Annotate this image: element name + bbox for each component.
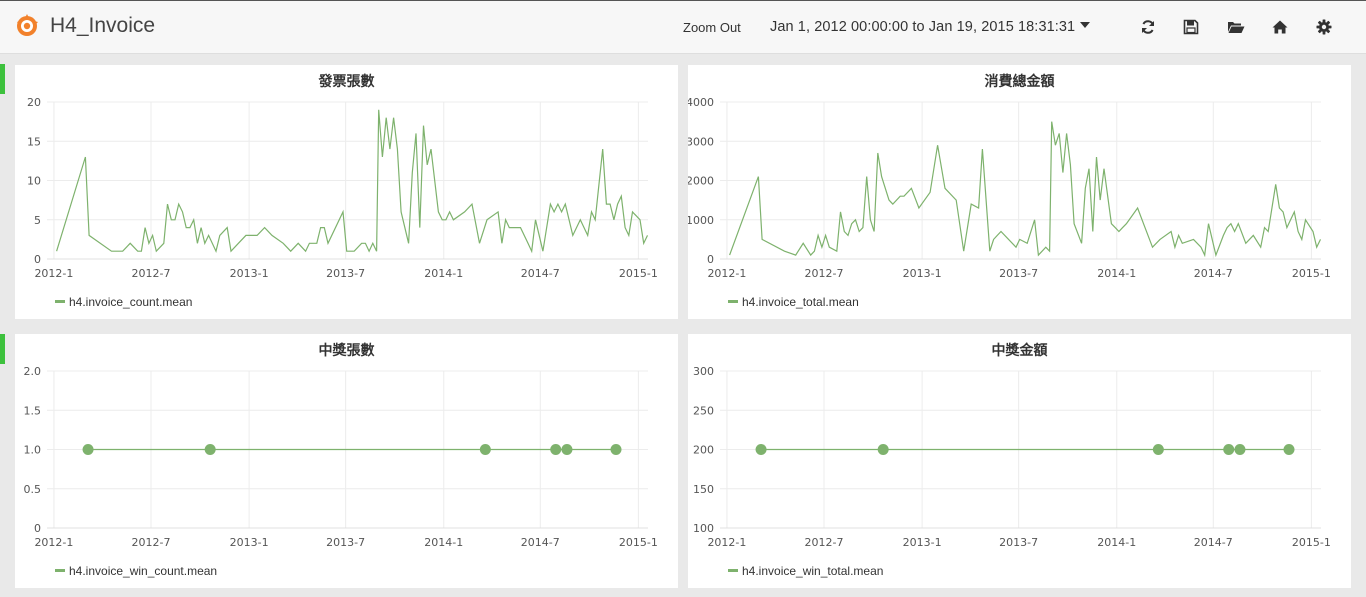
top-navbar: H4_Invoice Zoom Out Jan 1, 2012 00:00:00… xyxy=(0,0,1366,54)
y-tick-label: 1.0 xyxy=(24,444,42,457)
x-tick-label: 2012-7 xyxy=(805,267,844,280)
data-point xyxy=(755,444,767,455)
x-tick-label: 2013-7 xyxy=(326,536,365,549)
x-tick-label: 2012-1 xyxy=(707,267,746,280)
data-point xyxy=(877,444,889,455)
data-point xyxy=(550,444,562,455)
x-tick-label: 2014-1 xyxy=(1097,536,1136,549)
data-point xyxy=(479,444,491,455)
y-tick-label: 0.5 xyxy=(24,483,42,496)
x-tick-label: 2014-7 xyxy=(1194,267,1233,280)
x-tick-label: 2012-7 xyxy=(132,536,171,549)
caret-down-icon xyxy=(1080,22,1091,28)
legend-swatch xyxy=(728,300,738,303)
x-tick-label: 2012-1 xyxy=(34,267,73,280)
y-tick-label: 1.5 xyxy=(24,404,42,417)
x-tick-label: 2014-7 xyxy=(521,267,560,280)
refresh-icon[interactable] xyxy=(1140,19,1156,35)
x-tick-label: 2013-7 xyxy=(999,536,1038,549)
legend-label: h4.invoice_total.mean xyxy=(742,295,859,309)
x-tick-label: 2012-7 xyxy=(805,536,844,549)
y-tick-label: 4000 xyxy=(688,96,714,109)
y-tick-label: 15 xyxy=(27,135,41,148)
y-tick-label: 1000 xyxy=(688,214,714,227)
legend-label: h4.invoice_win_count.mean xyxy=(69,564,218,578)
legend-item[interactable]: h4.invoice_count.mean xyxy=(55,295,192,309)
y-tick-label: 0 xyxy=(707,253,714,266)
x-tick-label: 2014-1 xyxy=(1097,267,1136,280)
y-tick-label: 150 xyxy=(693,483,714,496)
data-point xyxy=(204,444,216,455)
x-tick-label: 2012-7 xyxy=(132,267,171,280)
x-tick-label: 2013-7 xyxy=(326,267,365,280)
y-tick-label: 250 xyxy=(693,404,714,417)
save-icon[interactable] xyxy=(1183,19,1199,35)
legend-item[interactable]: h4.invoice_win_count.mean xyxy=(55,564,217,578)
x-tick-label: 2015-1 xyxy=(619,267,658,280)
y-tick-label: 2000 xyxy=(688,175,714,188)
row-collapse-handle[interactable] xyxy=(0,334,5,364)
data-point xyxy=(82,444,94,455)
legend-swatch xyxy=(55,569,65,572)
y-tick-label: 3000 xyxy=(688,135,714,148)
grafana-logo-icon[interactable] xyxy=(14,13,40,39)
x-tick-label: 2015-1 xyxy=(1292,536,1331,549)
x-tick-label: 2013-1 xyxy=(230,536,269,549)
time-range-label: Jan 1, 2012 00:00:00 to Jan 19, 2015 18:… xyxy=(770,19,1076,35)
data-point xyxy=(1283,444,1295,455)
data-point xyxy=(1152,444,1164,455)
chart-win-total[interactable]: 100 150 200 250 300 2012-1 2012-7 2013-1 2013-7 2… xyxy=(688,334,1351,588)
y-tick-label: 0 xyxy=(34,253,41,266)
panel-invoice-total: 消費總金額 0 1000 2000 3000 4000 2012-1 2012-7 2013-… xyxy=(688,65,1351,319)
x-tick-label: 2013-1 xyxy=(903,267,942,280)
y-tick-label: 20 xyxy=(27,96,41,109)
x-tick-label: 2013-7 xyxy=(999,267,1038,280)
legend-item[interactable]: h4.invoice_win_total.mean xyxy=(728,564,883,578)
y-tick-label: 5 xyxy=(34,214,41,227)
y-tick-label: 100 xyxy=(693,522,714,535)
x-tick-label: 2015-1 xyxy=(619,536,658,549)
x-tick-label: 2012-1 xyxy=(707,536,746,549)
y-tick-label: 300 xyxy=(693,365,714,378)
legend-label: h4.invoice_count.mean xyxy=(69,295,193,309)
x-tick-label: 2012-1 xyxy=(34,536,73,549)
legend-label: h4.invoice_win_total.mean xyxy=(742,564,884,578)
y-tick-label: 10 xyxy=(27,175,41,188)
home-icon[interactable] xyxy=(1272,19,1288,35)
folder-open-icon[interactable] xyxy=(1227,19,1245,35)
x-tick-label: 2014-7 xyxy=(1194,536,1233,549)
time-range-picker[interactable]: Jan 1, 2012 00:00:00 to Jan 19, 2015 18:… xyxy=(770,19,1091,35)
data-point xyxy=(1234,444,1246,455)
panel-win-count: 中獎張數 0 0.5 1.0 1.5 2.0 2012-1 2012-7 2013-1 2013… xyxy=(15,334,678,588)
legend-swatch xyxy=(55,300,65,303)
x-tick-label: 2015-1 xyxy=(1292,267,1331,280)
dashboard-title[interactable]: H4_Invoice xyxy=(50,14,155,38)
x-tick-label: 2013-1 xyxy=(903,536,942,549)
x-tick-label: 2014-7 xyxy=(521,536,560,549)
x-tick-label: 2013-1 xyxy=(230,267,269,280)
chart-invoice-count[interactable]: 0 5 10 15 20 2012-1 2012-7 2013-1 2013-7 2014-1 20… xyxy=(15,65,678,319)
data-point xyxy=(561,444,573,455)
legend-item[interactable]: h4.invoice_total.mean xyxy=(728,295,859,309)
row-collapse-handle[interactable] xyxy=(0,64,5,94)
zoom-out-button[interactable]: Zoom Out xyxy=(683,20,741,35)
panel-win-total: 中獎金額 100 150 200 250 300 2012-1 2012-7 2013-1 20… xyxy=(688,334,1351,588)
data-point xyxy=(1223,444,1235,455)
chart-win-count[interactable]: 0 0.5 1.0 1.5 2.0 2012-1 2012-7 2013-1 2013-7 201… xyxy=(15,334,678,588)
data-point xyxy=(610,444,622,455)
x-tick-label: 2014-1 xyxy=(424,267,463,280)
chart-invoice-total[interactable]: 0 1000 2000 3000 4000 2012-1 2012-7 2013-1 2013-… xyxy=(688,65,1351,319)
gear-icon[interactable] xyxy=(1316,19,1332,35)
panel-invoice-count: 發票張數 0 5 10 15 20 2012-1 2012-7 2013-1 2013-7 201… xyxy=(15,65,678,319)
legend-swatch xyxy=(728,569,738,572)
y-tick-label: 0 xyxy=(34,522,41,535)
y-tick-label: 2.0 xyxy=(24,365,42,378)
x-tick-label: 2014-1 xyxy=(424,536,463,549)
y-tick-label: 200 xyxy=(693,444,714,457)
